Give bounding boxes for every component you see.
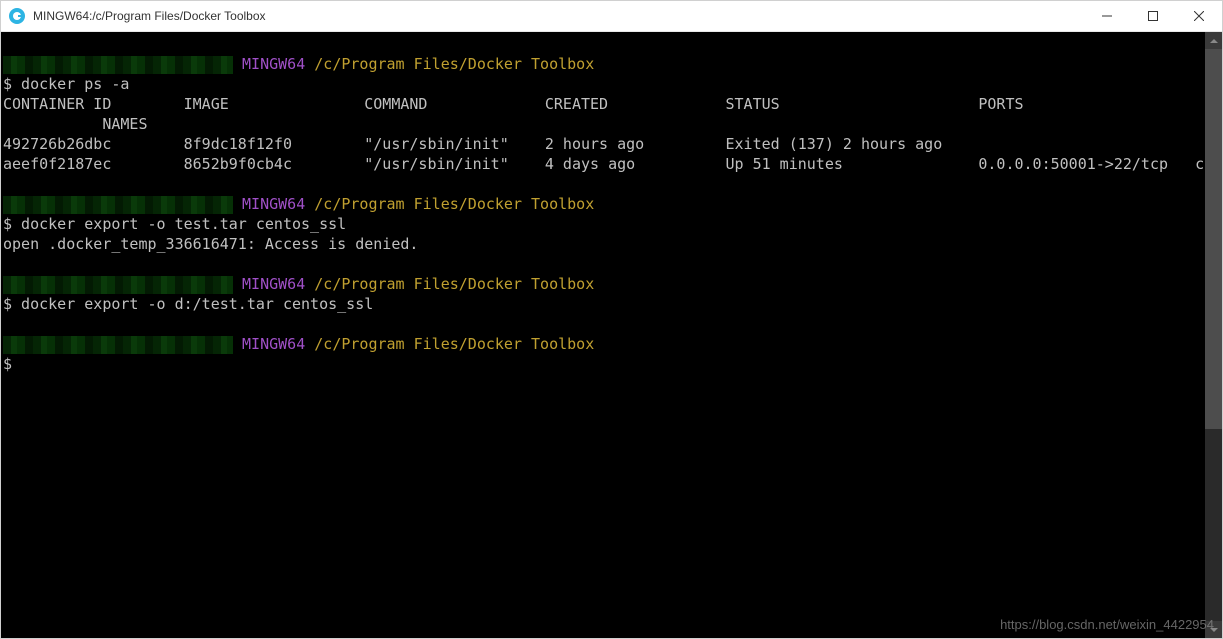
cell-status: Up 51 minutes <box>726 155 843 173</box>
maximize-icon <box>1148 11 1158 21</box>
prompt-line: MINGW64 /c/Program Files/Docker Toolbox <box>3 194 1205 214</box>
redacted-user-host <box>3 196 233 214</box>
col-image: IMAGE <box>184 95 229 113</box>
table-row: aeef0f2187ec 8652b9f0cb4c "/usr/sbin/ini… <box>3 154 1205 174</box>
col-container-id: CONTAINER ID <box>3 95 111 113</box>
cell-container-id: 492726b26dbc <box>3 135 111 153</box>
table-header-line: CONTAINER ID IMAGE COMMAND CREATED STATU… <box>3 94 1205 134</box>
command-text: docker export -o d:/test.tar centos_ssl <box>12 295 373 313</box>
prompt-line: MINGW64 /c/Program Files/Docker Toolbox <box>3 274 1205 294</box>
col-created: CREATED <box>545 95 608 113</box>
prompt-symbol: $ <box>3 215 12 233</box>
terminal-line <box>3 314 1205 334</box>
close-button[interactable] <box>1176 1 1222 31</box>
command-text: docker ps -a <box>12 75 129 93</box>
redacted-user-host <box>3 276 233 294</box>
terminal-line <box>3 34 1205 54</box>
cell-created: 4 days ago <box>545 155 635 173</box>
cell-created: 2 hours ago <box>545 135 644 153</box>
shell-name: MINGW64 <box>242 55 305 73</box>
redacted-user-host <box>3 56 233 74</box>
prompt-line: MINGW64 /c/Program Files/Docker Toolbox <box>3 334 1205 354</box>
prompt-line: MINGW64 /c/Program Files/Docker Toolbox <box>3 54 1205 74</box>
close-icon <box>1194 11 1204 21</box>
terminal-line <box>3 254 1205 274</box>
cell-image: 8f9dc18f12f0 <box>184 135 292 153</box>
command-line: $ docker export -o d:/test.tar centos_ss… <box>3 294 1205 314</box>
output-line: open .docker_temp_336616471: Access is d… <box>3 234 1205 254</box>
scroll-thumb[interactable] <box>1205 49 1222 429</box>
command-line: $ docker ps -a <box>3 74 1205 94</box>
cell-image: 8652b9f0cb4c <box>184 155 292 173</box>
minimize-button[interactable] <box>1084 1 1130 31</box>
command-text: docker export -o test.tar centos_ssl <box>12 215 346 233</box>
terminal-line <box>3 174 1205 194</box>
cell-command: "/usr/sbin/init" <box>364 135 509 153</box>
cell-ports-names: 0.0.0.0:50001->22/tcp centos_ssl <box>978 155 1205 173</box>
table-row: 492726b26dbc 8f9dc18f12f0 "/usr/sbin/ini… <box>3 134 1205 154</box>
cell-status: Exited (137) 2 hours ago <box>726 135 943 153</box>
command-line: $ <box>3 354 1205 374</box>
col-command: COMMAND <box>364 95 427 113</box>
window-frame: MINGW64:/c/Program Files/Docker Toolbox … <box>0 0 1223 639</box>
col-names: NAMES <box>102 115 147 133</box>
cwd-path: /c/Program Files/Docker Toolbox <box>314 195 594 213</box>
prompt-symbol: $ <box>3 75 12 93</box>
window-controls <box>1084 1 1222 31</box>
redacted-user-host <box>3 336 233 354</box>
scrollbar[interactable] <box>1205 32 1222 638</box>
window-title: MINGW64:/c/Program Files/Docker Toolbox <box>33 9 1084 23</box>
shell-name: MINGW64 <box>242 195 305 213</box>
col-ports: PORTS <box>978 95 1023 113</box>
terminal-wrapper: MINGW64 /c/Program Files/Docker Toolbox$… <box>1 32 1222 638</box>
prompt-symbol: $ <box>3 355 12 373</box>
chevron-down-icon <box>1210 628 1218 632</box>
titlebar[interactable]: MINGW64:/c/Program Files/Docker Toolbox <box>1 1 1222 32</box>
cell-container-id: aeef0f2187ec <box>3 155 111 173</box>
chevron-up-icon <box>1210 39 1218 43</box>
minimize-icon <box>1102 11 1112 21</box>
cwd-path: /c/Program Files/Docker Toolbox <box>314 55 594 73</box>
col-status: STATUS <box>726 95 780 113</box>
scroll-down-button[interactable] <box>1205 621 1222 638</box>
cell-command: "/usr/sbin/init" <box>364 155 509 173</box>
cwd-path: /c/Program Files/Docker Toolbox <box>314 275 594 293</box>
app-icon <box>9 8 25 24</box>
prompt-symbol: $ <box>3 295 12 313</box>
maximize-button[interactable] <box>1130 1 1176 31</box>
shell-name: MINGW64 <box>242 335 305 353</box>
command-line: $ docker export -o test.tar centos_ssl <box>3 214 1205 234</box>
shell-name: MINGW64 <box>242 275 305 293</box>
terminal[interactable]: MINGW64 /c/Program Files/Docker Toolbox$… <box>1 32 1205 638</box>
cwd-path: /c/Program Files/Docker Toolbox <box>314 335 594 353</box>
scroll-up-button[interactable] <box>1205 32 1222 49</box>
